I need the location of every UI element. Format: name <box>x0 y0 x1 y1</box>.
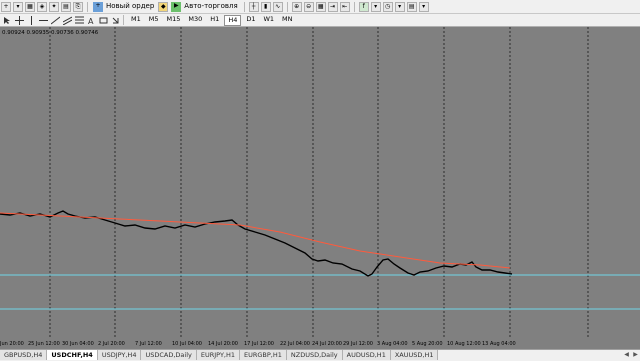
toolbar-separator <box>243 1 245 12</box>
timeframe-m5[interactable]: M5 <box>146 15 162 24</box>
tab-nzdusd-daily[interactable]: NZDUSD,Daily <box>286 350 343 360</box>
tab-eurjpy-h1[interactable]: EURJPY,H1 <box>196 350 241 360</box>
vertical-line-icon[interactable] <box>27 15 36 25</box>
data-window-icon[interactable]: ◈ <box>37 1 47 12</box>
tab-eurgbp-h1[interactable]: EURGBP,H1 <box>240 350 287 360</box>
tab-usdcad-daily[interactable]: USDCAD,Daily <box>141 350 197 360</box>
chart-canvas[interactable]: Jun 20:00 25 Jun 12:00 30 Jun 04:00 2 Jul 2… <box>0 27 640 349</box>
time-axis-label: 30 Jun 04:00 <box>62 341 94 347</box>
terminal-icon[interactable]: ▤ <box>61 1 71 12</box>
new-order-icon: + <box>93 1 103 12</box>
timeframe-m1[interactable]: M1 <box>128 15 144 24</box>
time-axis-label: 25 Jun 12:00 <box>28 341 60 347</box>
period-toolbar: A M1 M5 M15 M30 H1 H4 D1 W1 MN <box>0 14 640 27</box>
templates-icon[interactable]: ▤ <box>406 1 417 12</box>
timeframe-d1[interactable]: D1 <box>243 15 258 24</box>
timeframe-mn[interactable]: MN <box>279 15 295 24</box>
toolbar-separator <box>87 1 88 12</box>
label-icon[interactable] <box>99 16 108 25</box>
profiles-icon[interactable]: ▾ <box>13 1 23 12</box>
main-toolbar: + ▾ ▦ ◈ ✦ ▤ ⎘ + Новый ордер ◆ ▶ Авто-тор… <box>0 0 640 14</box>
timeframe-h4[interactable]: H4 <box>224 14 242 26</box>
time-axis-label: 24 Jul 20:00 <box>312 341 342 347</box>
time-axis-label: 10 Jul 04:00 <box>172 341 202 347</box>
new-order-label: Новый ордер <box>106 2 155 10</box>
indicators-dropdown-icon[interactable]: ▾ <box>370 1 381 12</box>
toolbar-separator <box>123 15 124 25</box>
channel-icon[interactable] <box>63 16 72 25</box>
indicators-icon[interactable]: f <box>358 1 369 12</box>
time-axis-label: 29 Jul 12:00 <box>343 341 373 347</box>
navigator-icon[interactable]: ✦ <box>49 1 59 12</box>
new-chart-icon[interactable]: + <box>1 1 11 12</box>
tab-scroll-right-icon[interactable]: ▶ <box>631 350 640 359</box>
time-axis-label: 17 Jul 12:00 <box>244 341 274 347</box>
crosshair-icon[interactable] <box>15 15 24 25</box>
candlestick-icon[interactable]: ▮ <box>260 1 271 12</box>
strategy-tester-icon[interactable]: ⎘ <box>73 1 83 12</box>
time-axis-label: 2 Jul 20:00 <box>98 341 125 347</box>
price-series-line <box>0 210 513 277</box>
tab-audusd-h1[interactable]: AUDUSD,H1 <box>342 350 391 360</box>
market-watch-icon[interactable]: ▦ <box>25 1 35 12</box>
svg-text:A: A <box>88 17 94 25</box>
time-axis-label: 5 Aug 20:00 <box>412 341 443 347</box>
chart-tabs: GBPUSD,H4 USDCHF,H4 USDJPY,H4 USDCAD,Dai… <box>0 349 640 361</box>
moving-average-line <box>0 212 511 269</box>
toolbar-separator <box>353 1 355 12</box>
chart-shift-icon[interactable]: ⇤ <box>339 1 350 12</box>
time-axis-label: 7 Jul 12:00 <box>135 341 162 347</box>
templates-dropdown-icon[interactable]: ▾ <box>418 1 429 12</box>
timeframe-h1[interactable]: H1 <box>207 15 222 24</box>
autotrading-label: Авто-торговля <box>184 2 238 10</box>
tab-scroll-left-icon[interactable]: ◀ <box>622 350 631 359</box>
tile-windows-icon[interactable]: ▦ <box>315 1 326 12</box>
time-axis-label: 10 Aug 12:00 <box>447 341 481 347</box>
time-axis-label: 13 Aug 04:00 <box>482 341 516 347</box>
tab-xauusd-h1[interactable]: XAUUSD,H1 <box>390 350 439 360</box>
arrows-icon[interactable] <box>111 16 120 25</box>
time-axis-label: Jun 20:00 <box>0 341 24 347</box>
auto-scroll-icon[interactable]: ⇥ <box>327 1 338 12</box>
periods-dropdown-icon[interactable]: ▾ <box>394 1 405 12</box>
zoom-in-icon[interactable]: ⊕ <box>291 1 302 12</box>
time-axis-label: 3 Aug 04:00 <box>377 341 408 347</box>
price-chart[interactable]: 0.90924 0.90935 0.90736 0.90746 Jun 20:0… <box>0 27 640 349</box>
autotrading-button[interactable]: ▶ Авто-торговля <box>170 1 239 12</box>
text-icon[interactable]: A <box>87 16 96 25</box>
autotrading-icon: ▶ <box>171 1 182 12</box>
fibonacci-icon[interactable] <box>75 16 84 25</box>
tab-usdchf-h4[interactable]: USDCHF,H4 <box>47 350 98 360</box>
time-axis-label: 14 Jul 20:00 <box>208 341 238 347</box>
periods-icon[interactable]: ◷ <box>382 1 393 12</box>
timeframe-group: M1 M5 M15 M30 H1 H4 D1 W1 MN <box>127 14 297 26</box>
new-order-button[interactable]: + Новый ордер <box>92 1 156 12</box>
timeframe-w1[interactable]: W1 <box>260 15 277 24</box>
cursor-icon[interactable] <box>3 16 12 25</box>
tab-scroll: ◀ ▶ <box>622 350 640 359</box>
timeframe-m30[interactable]: M30 <box>185 15 205 24</box>
line-chart-icon[interactable]: ∿ <box>272 1 283 12</box>
time-axis-label: 22 Jul 04:00 <box>280 341 310 347</box>
metaeditor-icon[interactable]: ◆ <box>158 1 169 12</box>
bar-chart-icon[interactable]: ┼ <box>248 1 259 12</box>
zoom-out-icon[interactable]: ⊖ <box>303 1 314 12</box>
timeframe-m15[interactable]: M15 <box>164 15 184 24</box>
tab-gbpusd-h4[interactable]: GBPUSD,H4 <box>0 350 48 360</box>
horizontal-line-icon[interactable] <box>39 16 48 25</box>
toolbar-separator <box>286 1 288 12</box>
tab-usdjpy-h4[interactable]: USDJPY,H4 <box>97 350 142 360</box>
trendline-icon[interactable] <box>51 16 60 25</box>
